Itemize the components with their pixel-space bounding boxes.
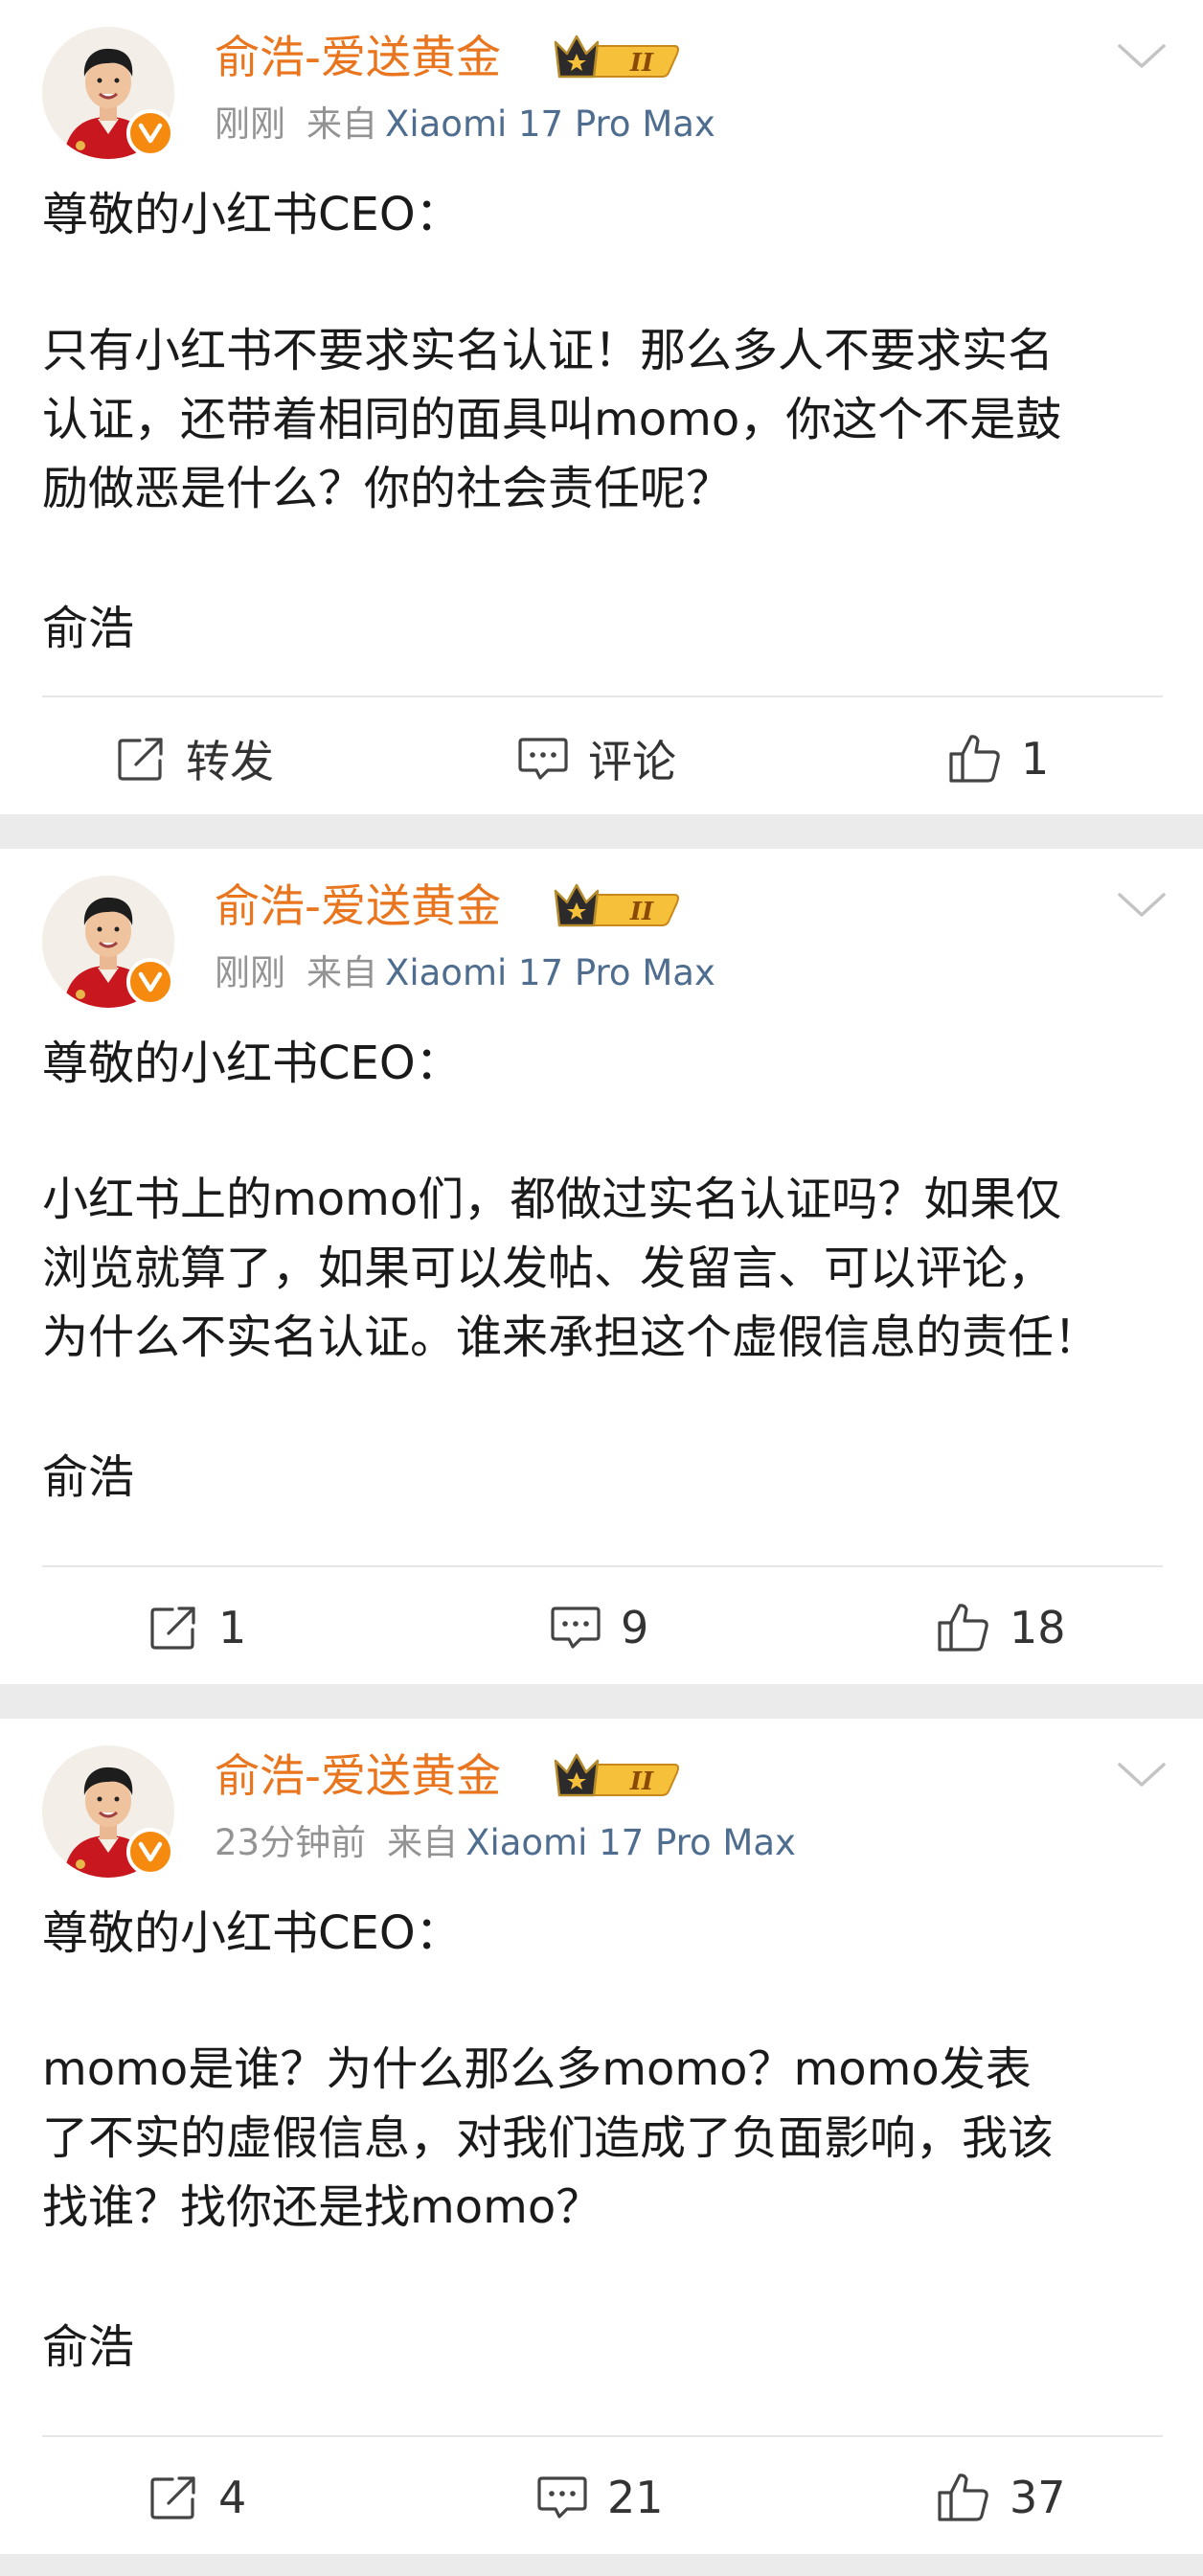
comment-label: 评论 — [588, 736, 676, 787]
post-meta: 刚刚 来自 Xiaomi 17 Pro Max — [215, 946, 715, 1000]
verified-v-icon — [126, 958, 174, 1006]
comment-button[interactable]: 21 — [536, 2459, 664, 2536]
comment-icon — [518, 738, 568, 780]
level-badge-text: II — [629, 49, 654, 78]
weibo-post: 俞浩-爱送黄金 II 23分钟前 来自 Xiaomi 17 Pro Max 尊敬的小… — [0, 1719, 1203, 2554]
post-signature: 俞浩 — [42, 1450, 135, 1504]
post-meta: 刚刚 来自 Xiaomi 17 Pro Max — [215, 98, 715, 151]
action-divider — [42, 2435, 1163, 2437]
source-prefix: 来自 — [306, 103, 377, 145]
post-body: 尊敬的小红书CEO： 小红书上的momo们，都做过实名认证吗？如果仅 浏览就算了… — [42, 1029, 1163, 1372]
repost-button[interactable]: 转发 — [117, 720, 274, 797]
post-signature: 俞浩 — [42, 602, 135, 655]
post-line: 小红书上的momo们，都做过实名认证吗？如果仅 — [42, 1173, 1062, 1226]
post-line: 浏览就算了，如果可以发帖、发留言、可以评论， — [42, 1242, 1055, 1295]
like-count: 1 — [1021, 733, 1050, 785]
action-divider — [42, 1565, 1163, 1567]
repost-icon — [150, 1607, 195, 1650]
post-line: 了不实的虚假信息，对我们造成了负面影响，我该 — [42, 2111, 1055, 2165]
post-greeting: 尊敬的小红书CEO： — [42, 188, 462, 241]
repost-button[interactable]: 1 — [149, 1589, 246, 1666]
crown-level-icon[interactable]: II — [552, 881, 682, 937]
post-line: 只有小红书不要求实名认证！那么多人不要求实名 — [42, 324, 1055, 377]
post-time: 刚刚 — [215, 103, 285, 145]
author-name[interactable]: 俞浩-爱送黄金 — [215, 1744, 501, 1811]
post-body: 尊敬的小红书CEO： momo是谁？为什么那么多momo？momo发表 了不实的… — [42, 1899, 1163, 2242]
comment-count: 9 — [621, 1602, 649, 1653]
weibo-post: 俞浩-爱送黄金 II 刚刚 来自 Xiaomi 17 Pro Max 尊敬的小红书C… — [0, 0, 1203, 814]
repost-label: 转发 — [186, 736, 274, 787]
crown-level-icon[interactable]: II — [552, 1751, 682, 1807]
like-count: 37 — [1010, 2472, 1066, 2523]
repost-count: 4 — [218, 2472, 247, 2523]
comment-button[interactable]: 评论 — [517, 720, 676, 797]
post-greeting: 尊敬的小红书CEO： — [42, 1906, 462, 1960]
source-device[interactable]: Xiaomi 17 Pro Max — [385, 103, 715, 145]
post-line: 励做恶是什么？你的社会责任呢？ — [42, 462, 733, 515]
comment-icon — [551, 1607, 601, 1649]
chevron-down-icon[interactable] — [1117, 1761, 1167, 1793]
source-device[interactable]: Xiaomi 17 Pro Max — [465, 1822, 796, 1863]
level-badge-text: II — [629, 1767, 654, 1796]
repost-icon — [150, 2476, 195, 2519]
post-line: 认证，还带着相同的面具叫momo，你这个不是鼓 — [42, 393, 1062, 446]
author-name[interactable]: 俞浩-爱送黄金 — [215, 874, 501, 941]
crown-level-icon[interactable]: II — [552, 33, 682, 88]
level-badge-text: II — [629, 898, 654, 926]
post-greeting: 尊敬的小红书CEO： — [42, 1037, 462, 1090]
chevron-down-icon[interactable] — [1117, 891, 1167, 923]
like-count: 18 — [1010, 1602, 1066, 1653]
source-prefix: 来自 — [387, 1822, 459, 1863]
post-body: 尊敬的小红书CEO： 只有小红书不要求实名认证！那么多人不要求实名 认证，还带着… — [42, 180, 1163, 523]
comment-button[interactable]: 9 — [550, 1589, 648, 1666]
source-device[interactable]: Xiaomi 17 Pro Max — [385, 952, 715, 993]
post-time: 刚刚 — [215, 952, 285, 993]
thumbs-up-icon — [938, 1604, 988, 1652]
weibo-post: 俞浩-爱送黄金 II 刚刚 来自 Xiaomi 17 Pro Max 尊敬的小红书C… — [0, 849, 1203, 1684]
chevron-down-icon[interactable] — [1117, 42, 1167, 75]
post-meta: 23分钟前 来自 Xiaomi 17 Pro Max — [215, 1816, 796, 1870]
source-prefix: 来自 — [306, 952, 377, 993]
repost-button[interactable]: 4 — [149, 2459, 246, 2536]
like-button[interactable]: 37 — [937, 2459, 1066, 2536]
repost-icon — [118, 738, 163, 781]
author-name[interactable]: 俞浩-爱送黄金 — [215, 25, 501, 92]
thumbs-up-icon — [938, 2473, 988, 2521]
thumbs-up-icon — [949, 735, 1000, 783]
comment-count: 21 — [607, 2472, 664, 2523]
post-time: 23分钟前 — [215, 1822, 367, 1863]
post-line: 为什么不实名认证。谁来承担这个虚假信息的责任！ — [42, 1311, 1101, 1364]
repost-count: 1 — [218, 1602, 247, 1653]
post-line: momo是谁？为什么那么多momo？momo发表 — [42, 2042, 1032, 2096]
action-divider — [42, 695, 1163, 697]
post-signature: 俞浩 — [42, 2320, 135, 2374]
post-line: 找谁？找你还是找momo？ — [42, 2180, 602, 2234]
like-button[interactable]: 1 — [948, 720, 1049, 797]
like-button[interactable]: 18 — [937, 1589, 1066, 1666]
comment-icon — [537, 2476, 587, 2519]
verified-v-icon — [126, 1828, 174, 1876]
verified-v-icon — [126, 109, 174, 157]
